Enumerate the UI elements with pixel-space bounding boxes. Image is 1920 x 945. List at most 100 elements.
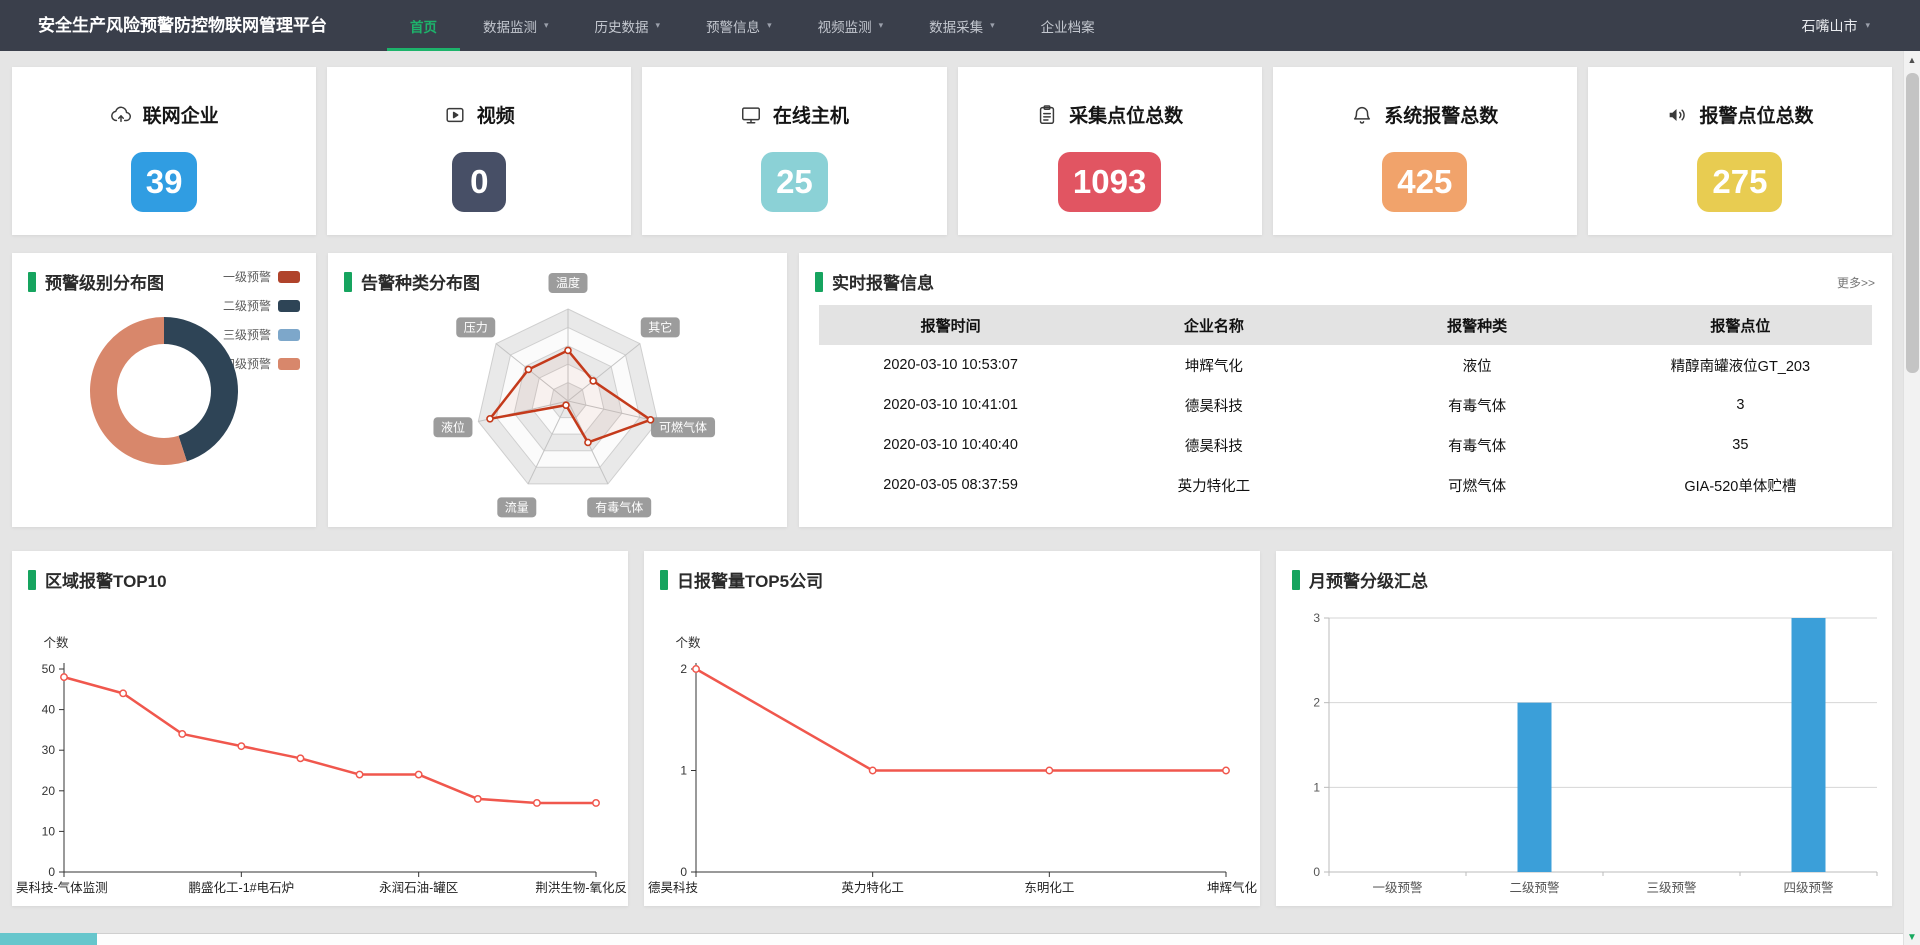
svg-text:有毒气体: 有毒气体 [595,499,643,514]
footer-strip [0,933,1903,945]
legend-swatch [278,300,300,312]
more-link[interactable]: 更多>> [1837,274,1875,291]
table-row: 2020-03-10 10:41:01 德昊科技 有毒气体 3 [819,385,1872,425]
stat-label: 采集点位总数 [1069,101,1183,128]
col-header-alarm-point: 报警点位 [1609,305,1872,345]
nav-item-history-data[interactable]: 历史数据 ▾ [572,0,684,51]
svg-text:三级预警: 三级预警 [1646,880,1696,895]
panel-title: 实时报警信息 [815,269,934,294]
nav-item-label: 数据采集 [929,16,983,36]
svg-text:40: 40 [42,703,56,717]
nav-item-enterprise-archive[interactable]: 企业档案 [1018,0,1118,51]
cell-alarm-time: 2020-03-10 10:40:40 [819,425,1082,465]
panel-title: 月预警分级汇总 [1292,567,1428,592]
svg-text:坤辉气化: 坤辉气化 [1207,880,1258,895]
panel-monthly-warning-summary: 月预警分级汇总 0123一级预警二级预警三级预警四级预警 [1276,551,1892,906]
stat-label: 在线主机 [773,101,849,128]
panel-alarm-type-distribution: 告警种类分布图 温度其它可燃气体有毒气体流量液位压力 [328,253,787,527]
legend-swatch [278,271,300,283]
stat-value-badge: 275 [1697,152,1782,212]
scrollbar-thumb[interactable] [1906,73,1919,373]
cell-alarm-type: 有毒气体 [1346,425,1609,465]
cell-alarm-type: 可燃气体 [1346,465,1609,505]
svg-text:流量: 流量 [505,500,529,514]
stat-head: 联网企业 [12,101,316,128]
svg-text:个数: 个数 [675,635,701,650]
cell-alarm-type: 有毒气体 [1346,385,1609,425]
legend-swatch [278,358,300,370]
region-name: 石嘴山市 [1801,16,1857,36]
stat-value-badge: 425 [1382,152,1467,212]
scroll-up-icon[interactable]: ▲ [1904,55,1920,65]
panel-title: 告警种类分布图 [344,269,480,294]
legend-item-level1[interactable]: 一级预警 [223,268,300,285]
warning-level-donut-chart [84,311,244,471]
stat-value-badge: 25 [761,152,828,212]
stat-value-badge: 1093 [1058,152,1161,212]
svg-text:永润石油-罐区: 永润石油-罐区 [379,881,458,895]
col-header-enterprise-name: 企业名称 [1082,305,1345,345]
svg-text:液位: 液位 [441,419,465,434]
nav-item-label: 预警信息 [706,16,760,36]
title-accent-bar [28,570,36,590]
svg-text:荆洪生物-氧化反: 荆洪生物-氧化反 [535,881,627,895]
nav-item-warning-info[interactable]: 预警信息 ▾ [683,0,795,51]
stat-head: 系统报警总数 [1273,101,1577,128]
caret-down-icon: ▾ [656,20,661,31]
top-nav: 安全生产风险预警防控物联网管理平台 首页 数据监测 ▾ 历史数据 ▾ 预警信息 … [0,0,1920,51]
svg-text:20: 20 [42,784,56,798]
table-row: 2020-03-05 08:37:59 英力特化工 可燃气体 GIA-520单体… [819,465,1872,505]
svg-text:英力特化工: 英力特化工 [841,880,904,895]
panel-title-text: 实时报警信息 [832,269,934,294]
panel-realtime-alarm-info: 实时报警信息 更多>> 报警时间 企业名称 报警种类 报警点位 2020-03-… [799,253,1892,527]
nav-item-label: 数据监测 [483,16,537,36]
region-selector[interactable]: 石嘴山市 ▾ [1801,0,1870,51]
caret-down-icon: ▾ [879,20,884,31]
cell-alarm-point: 35 [1609,425,1872,465]
caret-down-icon: ▾ [1865,20,1870,31]
clipboard-icon [1036,104,1058,126]
realtime-alarm-table: 报警时间 企业名称 报警种类 报警点位 2020-03-10 10:53:07 … [819,305,1872,505]
cell-alarm-time: 2020-03-05 08:37:59 [819,465,1082,505]
svg-text:50: 50 [42,662,56,676]
svg-text:鹏盛化工-1#电石炉: 鹏盛化工-1#电石炉 [189,880,295,895]
cell-enterprise-name: 英力特化工 [1082,465,1345,505]
region-top10-chart: 01020304050个数昊科技-气体监测鹏盛化工-1#电石炉永润石油-罐区荆洪… [12,551,631,906]
scrollbar[interactable]: ▲ ▼ [1903,51,1920,945]
app-title: 安全生产风险预警防控物联网管理平台 [38,0,327,51]
stat-label: 系统报警总数 [1384,101,1498,128]
nav-item-label: 视频监测 [818,16,872,36]
nav-item-video-monitor[interactable]: 视频监测 ▾ [795,0,907,51]
table-row: 2020-03-10 10:53:07 坤辉气化 液位 精醇南罐液位GT_203 [819,345,1872,385]
table-header-row: 报警时间 企业名称 报警种类 报警点位 [819,305,1872,345]
panel-title-text: 月预警分级汇总 [1309,567,1428,592]
stat-label: 报警点位总数 [1699,101,1813,128]
scroll-down-icon[interactable]: ▼ [1904,932,1920,943]
panel-title-text: 区域报警TOP10 [45,567,167,592]
cell-alarm-time: 2020-03-10 10:53:07 [819,345,1082,385]
nav-item-data-monitor[interactable]: 数据监测 ▾ [460,0,572,51]
svg-text:四级预警: 四级预警 [1783,880,1833,895]
svg-text:0: 0 [48,865,55,879]
legend-swatch [278,329,300,341]
svg-text:德昊科技: 德昊科技 [648,880,699,895]
title-accent-bar [28,272,36,292]
svg-text:二级预警: 二级预警 [1509,880,1559,895]
cell-alarm-point: 3 [1609,385,1872,425]
svg-text:压力: 压力 [464,320,488,334]
nav-menu: 首页 数据监测 ▾ 历史数据 ▾ 预警信息 ▾ 视频监测 ▾ 数据采集 ▾ 企业… [387,0,1118,51]
title-accent-bar [660,570,668,590]
caret-down-icon: ▾ [544,20,549,31]
stat-value-badge: 39 [131,152,198,212]
panel-title-text: 日报警量TOP5公司 [677,567,823,592]
legend-label: 一级预警 [223,268,271,285]
nav-item-home[interactable]: 首页 [387,0,460,51]
stat-card-online-hosts: 在线主机 25 [642,67,946,235]
panel-region-alarm-top10: 区域报警TOP10 01020304050个数昊科技-气体监测鹏盛化工-1#电石… [12,551,628,906]
cell-alarm-point: 精醇南罐液位GT_203 [1609,345,1872,385]
svg-text:1: 1 [680,764,687,778]
svg-text:10: 10 [42,824,56,838]
nav-item-data-collection[interactable]: 数据采集 ▾ [906,0,1018,51]
stat-card-alarm-points: 报警点位总数 275 [1588,67,1892,235]
svg-text:2: 2 [1313,696,1320,710]
